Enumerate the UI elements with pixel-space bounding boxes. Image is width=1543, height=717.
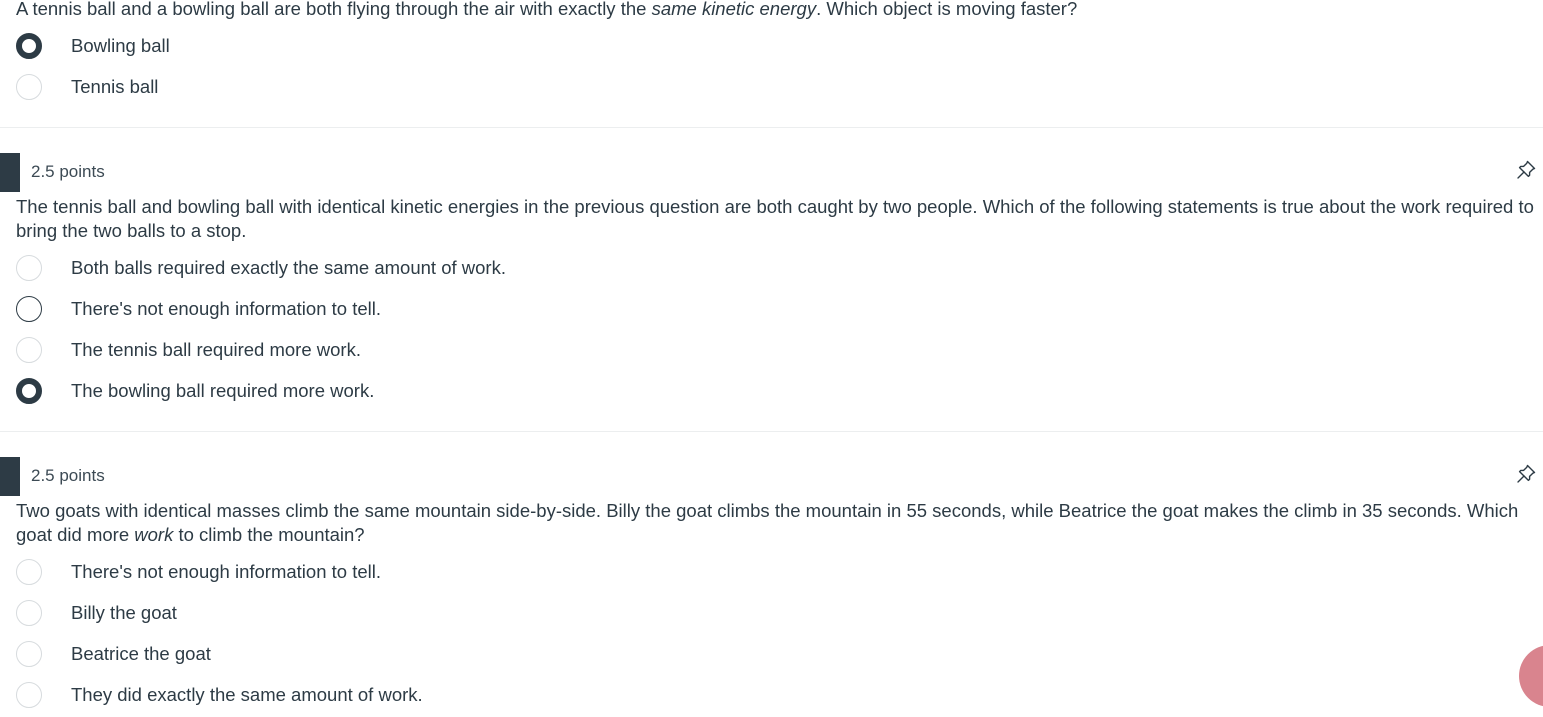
radio-button[interactable] (16, 682, 42, 708)
radio-button[interactable] (16, 255, 42, 281)
radio-button[interactable] (16, 74, 42, 100)
question-3-text-part-3: to climb the mountain? (173, 524, 365, 545)
radio-button-selected[interactable] (16, 378, 42, 404)
question-flag-marker (0, 457, 20, 496)
radio-button[interactable] (16, 641, 42, 667)
radio-button-selected[interactable] (16, 33, 42, 59)
answer-option[interactable]: Billy the goat (16, 599, 716, 627)
radio-button[interactable] (16, 337, 42, 363)
points-label: 2.5 points (31, 162, 105, 181)
answer-option[interactable]: Beatrice the goat (16, 640, 716, 668)
answer-option[interactable]: They did exactly the same amount of work… (16, 681, 716, 709)
answer-label: Beatrice the goat (71, 643, 211, 664)
answer-option[interactable]: There's not enough information to tell. (16, 558, 716, 586)
pin-icon[interactable] (1515, 159, 1537, 181)
radio-button[interactable] (16, 296, 42, 322)
answer-option[interactable]: The bowling ball required more work. (16, 377, 716, 405)
answer-label: Both balls required exactly the same amo… (71, 257, 506, 278)
answer-label: The tennis ball required more work. (71, 339, 361, 360)
question-3-text: Two goats with identical masses climb th… (16, 499, 1538, 547)
answer-label: Tennis ball (71, 76, 159, 97)
answer-label: There's not enough information to tell. (71, 298, 381, 319)
question-flag-marker (0, 153, 20, 192)
question-1-text-emphasis: same kinetic energy (651, 0, 817, 19)
question-3-text-emphasis: work (134, 524, 174, 545)
question-1: A tennis ball and a bowling ball are bot… (0, 0, 1543, 127)
question-2-text: The tennis ball and bowling ball with id… (16, 196, 1534, 241)
question-1-text-part-1: A tennis ball and a bowling ball are bot… (16, 0, 652, 19)
question-1-text: A tennis ball and a bowling ball are bot… (16, 0, 1538, 21)
points-label: 2.5 points (31, 466, 105, 485)
answer-option[interactable]: Both balls required exactly the same amo… (16, 254, 716, 282)
answer-label: Billy the goat (71, 602, 177, 623)
answer-label: They did exactly the same amount of work… (71, 684, 423, 705)
answer-label: The bowling ball required more work. (71, 380, 375, 401)
answer-option[interactable]: Bowling ball (16, 32, 716, 60)
answer-option[interactable]: Tennis ball (16, 73, 716, 101)
question-2: 2.5 points The tennis ball and bowling b… (0, 128, 1543, 431)
radio-button[interactable] (16, 600, 42, 626)
question-3: 2.5 points Two goats with identical mass… (0, 432, 1543, 717)
pin-icon[interactable] (1515, 463, 1537, 485)
answer-option[interactable]: The tennis ball required more work. (16, 336, 716, 364)
answer-label: Bowling ball (71, 35, 170, 56)
radio-button[interactable] (16, 559, 42, 585)
question-1-text-part-3: . Which object is moving faster? (816, 0, 1078, 19)
answer-option[interactable]: There's not enough information to tell. (16, 295, 716, 323)
answer-label: There's not enough information to tell. (71, 561, 381, 582)
